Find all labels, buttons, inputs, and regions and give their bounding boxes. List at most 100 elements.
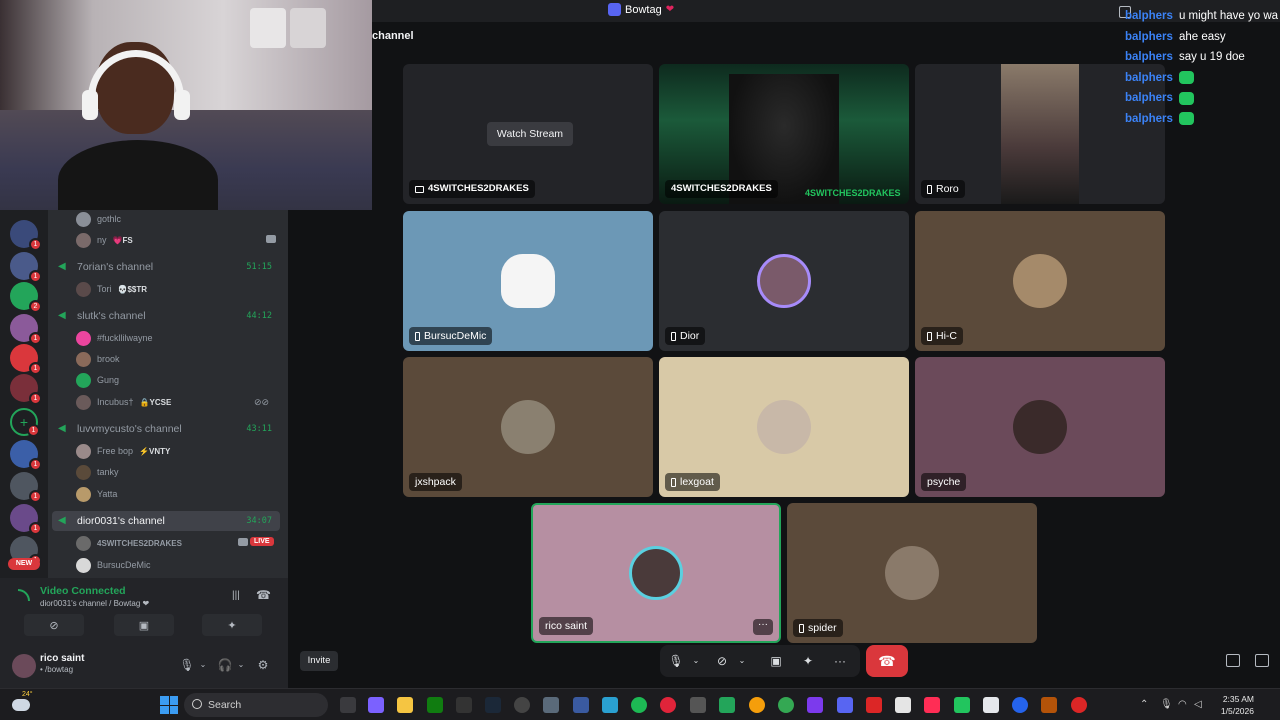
app-icon[interactable] (895, 697, 911, 713)
activities-button[interactable]: ✦ (202, 614, 262, 636)
server-icon[interactable]: 1 (10, 504, 42, 535)
chrome-icon[interactable] (778, 697, 794, 713)
disconnect-icon[interactable]: ☎ (256, 588, 271, 602)
voice-channel-active[interactable]: ◀ dior0031's channel 34:07 (52, 511, 280, 531)
streamer-body (58, 140, 218, 210)
chevron-up-icon[interactable]: ⌃ (1140, 699, 1152, 711)
gear-icon[interactable]: ⚙ (254, 656, 272, 674)
member-tag: 💀$$TR (117, 284, 148, 294)
windows-start-icon[interactable] (160, 696, 178, 714)
voice-member[interactable]: ny 💗FS (76, 231, 288, 249)
voice-member[interactable]: tanky (76, 463, 119, 481)
video-tile[interactable]: Watch Stream 4SWITCHES2DRAKES (403, 64, 653, 204)
more-options-button[interactable]: ··· (753, 619, 773, 635)
volume-icon[interactable]: ◁ (1194, 699, 1206, 711)
app-icon[interactable] (1071, 697, 1087, 713)
tiktok-icon[interactable] (924, 697, 940, 713)
user-avatar[interactable] (12, 654, 36, 678)
more-options-icon[interactable]: ··· (828, 645, 852, 677)
voice-member[interactable]: 4SWITCHES2DRAKES LIVE (76, 534, 288, 552)
chevron-down-icon[interactable]: ⌄ (232, 656, 250, 674)
steam-icon[interactable] (485, 697, 501, 713)
app-icon[interactable] (954, 697, 970, 713)
popout-icon[interactable] (1226, 654, 1240, 667)
server-icon[interactable]: 1 (10, 314, 42, 345)
tile-label: lexgoat (665, 473, 720, 491)
app-icon[interactable] (983, 697, 999, 713)
microphone-icon[interactable]: 🎙 (1160, 699, 1173, 711)
server-icon[interactable]: 1 (10, 220, 42, 251)
wifi-icon[interactable]: ◠ (1178, 699, 1190, 711)
epic-games-icon[interactable] (456, 697, 472, 713)
disconnect-button[interactable]: ☎ (866, 645, 908, 677)
voice-member[interactable]: brook (76, 350, 120, 368)
voice-member[interactable]: Incubus† 🔒YCSE ⊘⊘ (76, 393, 288, 411)
app-icon[interactable] (1012, 697, 1028, 713)
video-tile[interactable]: lexgoat (659, 357, 909, 497)
invite-button[interactable]: Invite (300, 651, 338, 671)
app-icon[interactable] (514, 697, 530, 713)
avatar (885, 546, 939, 600)
video-tile-speaking[interactable]: rico saint ··· (531, 503, 781, 643)
voice-member[interactable]: #fuckllilwayne (76, 329, 153, 347)
video-tile[interactable]: BursucDeMic (403, 211, 653, 351)
opera-icon[interactable] (660, 697, 676, 713)
voice-channel[interactable]: ◀ 7orian's channel 51:15 (52, 257, 280, 277)
screen-share-button[interactable]: ▣ (114, 614, 174, 636)
voice-channel[interactable]: ◀ slutk's channel 44:12 (52, 306, 280, 326)
screen-share-icon[interactable]: ▣ (764, 645, 788, 677)
video-tile[interactable]: Hi-C (915, 211, 1165, 351)
app-icon[interactable] (573, 697, 589, 713)
app-icon[interactable] (690, 697, 706, 713)
voice-member[interactable]: Tori 💀$$TR (76, 280, 147, 298)
app-icon[interactable] (602, 697, 618, 713)
spotify-icon[interactable] (631, 697, 647, 713)
speaker-icon: ◀ (58, 515, 66, 526)
camera-button[interactable]: ⊘ (24, 614, 84, 636)
add-server-icon[interactable]: +1 (10, 408, 40, 437)
voice-channel[interactable]: ◀ luvvmycusto's channel 43:11 (52, 419, 280, 439)
tile-label: 4SWITCHES2DRAKES (665, 180, 778, 198)
voice-member[interactable]: Gung (76, 371, 119, 389)
app-icon[interactable] (866, 697, 882, 713)
server-icon[interactable]: 1 (10, 440, 42, 471)
tile-name: 4SWITCHES2DRAKES (428, 183, 529, 194)
app-icon[interactable] (1041, 697, 1057, 713)
clock[interactable]: 2:35 AM 1/5/2026 (1210, 693, 1254, 717)
channel-list: gothlc ny 💗FS ◀ 7orian's channel 51:15 Tori… (48, 210, 288, 578)
noise-suppression-icon[interactable]: ||| (232, 590, 240, 601)
app-icon[interactable] (837, 697, 853, 713)
voice-member[interactable]: BursucDeMic (76, 556, 151, 574)
stream-chat: balphers u might have yo wa balphers ahe e… (1125, 6, 1280, 129)
server-icon[interactable]: 1 (10, 374, 42, 405)
activities-icon[interactable]: ✦ (796, 645, 820, 677)
voice-status-title[interactable]: Video Connected (40, 585, 126, 597)
copilot-icon[interactable] (368, 697, 384, 713)
chevron-down-icon[interactable]: ⌄ (684, 645, 708, 677)
app-icon[interactable] (719, 697, 735, 713)
voice-member[interactable]: Free bop ⚡VNTY (76, 442, 170, 460)
video-tile[interactable]: Dior (659, 211, 909, 351)
fullscreen-icon[interactable] (1255, 654, 1269, 667)
video-tile[interactable]: psyche (915, 357, 1165, 497)
video-tile[interactable]: jxshpack (403, 357, 653, 497)
chevron-down-icon[interactable]: ⌄ (730, 645, 754, 677)
task-view-icon[interactable] (340, 697, 356, 713)
unread-badge: 1 (29, 522, 42, 535)
discord-icon[interactable]: 1 (10, 472, 42, 503)
discord-icon[interactable]: 1 (10, 344, 42, 375)
search-box[interactable]: Search (184, 693, 328, 717)
discord-icon[interactable]: 2 (10, 282, 42, 313)
voice-member[interactable]: Yatta (76, 485, 117, 503)
voice-member[interactable]: gothlc (76, 210, 121, 228)
app-icon[interactable] (807, 697, 823, 713)
video-tile[interactable]: spider (787, 503, 1037, 643)
file-explorer-icon[interactable] (397, 697, 413, 713)
settings-icon[interactable] (543, 697, 559, 713)
watch-stream-button[interactable]: Watch Stream (487, 122, 573, 146)
chevron-down-icon[interactable]: ⌄ (194, 656, 212, 674)
app-icon[interactable] (749, 697, 765, 713)
video-tile[interactable]: 4SWITCHES2DRAKES 4SWITCHES2DRAKES (659, 64, 909, 204)
xbox-icon[interactable] (427, 697, 443, 713)
server-icon[interactable]: 1 (10, 252, 42, 283)
